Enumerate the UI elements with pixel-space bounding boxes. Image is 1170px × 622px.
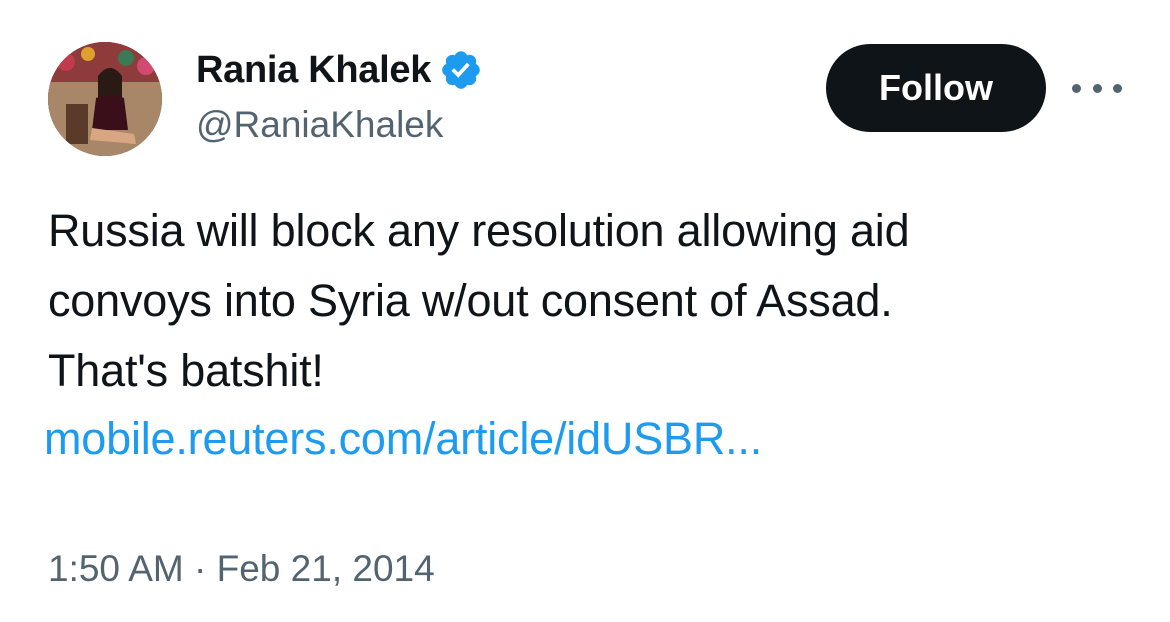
follow-button[interactable]: Follow (826, 44, 1046, 132)
author-display-name[interactable]: Rania Khalek (196, 49, 431, 92)
verified-badge-icon (439, 48, 483, 92)
tweet-link[interactable]: mobile.reuters.com/article/idUSBR... (44, 404, 762, 474)
avatar[interactable] (48, 42, 162, 156)
tweet-timestamp[interactable]: 1:50 AM · Feb 21, 2014 (48, 548, 435, 590)
tweet-text-line: That's batshit! (48, 345, 324, 396)
tweet-card: Rania Khalek @RaniaKhalek Follow Russia … (0, 0, 1170, 622)
tweet-text-line: Russia will block any resolution allowin… (48, 205, 910, 256)
avatar-photo (48, 42, 162, 156)
more-dot (1113, 83, 1122, 93)
more-dot (1092, 83, 1102, 93)
author-handle[interactable]: @RaniaKhalek (196, 104, 443, 146)
author-name-row[interactable]: Rania Khalek (196, 48, 483, 92)
more-dot (1072, 83, 1081, 93)
tweet-text: Russia will block any resolution allowin… (48, 196, 1088, 406)
more-horizontal-icon[interactable] (1072, 74, 1122, 102)
tweet-text-line: convoys into Syria w/out consent of Assa… (48, 275, 893, 326)
